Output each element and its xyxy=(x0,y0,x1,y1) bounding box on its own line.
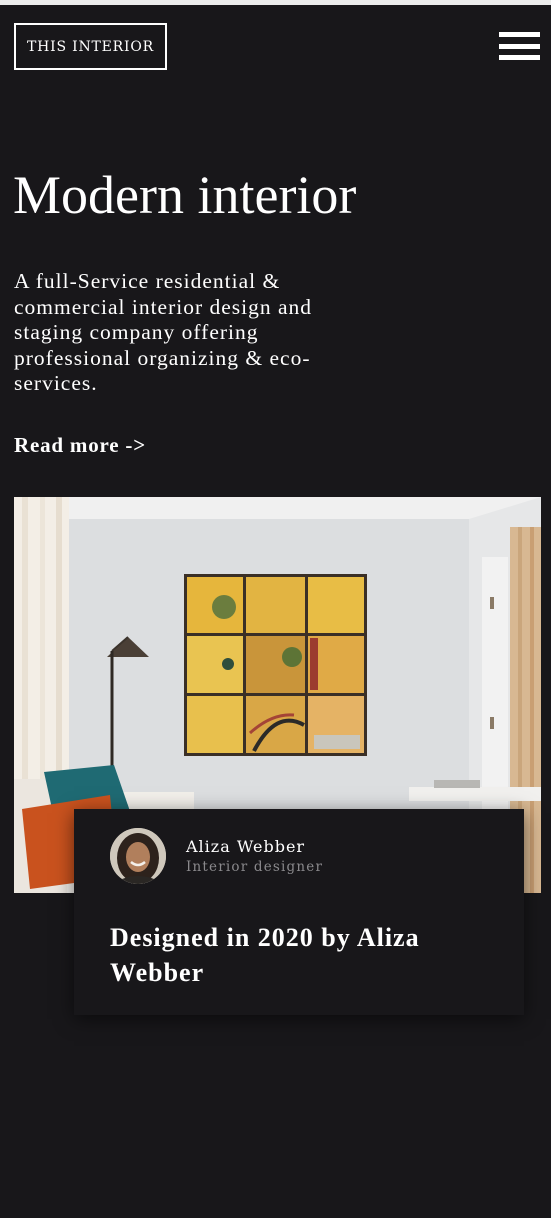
hero-title: Modern interior xyxy=(13,165,357,225)
hamburger-menu-icon[interactable] xyxy=(499,32,540,60)
author-name: Aliza Webber xyxy=(186,837,306,856)
hero-description: A full-Service residential & commercial … xyxy=(14,269,313,395)
author-role: Interior designer xyxy=(186,859,324,875)
card-heading: Designed in 2020 by Aliza Webber xyxy=(110,923,420,987)
hamburger-bar xyxy=(499,55,540,60)
hamburger-bar xyxy=(499,43,540,49)
hamburger-bar xyxy=(499,32,540,37)
logo[interactable]: THIS INTERIOR xyxy=(14,23,167,70)
top-strip xyxy=(0,0,551,5)
designer-card: Aliza Webber Interior designer Designed … xyxy=(74,809,524,1015)
avatar xyxy=(110,828,166,884)
read-more-link[interactable]: Read more -> xyxy=(14,433,146,458)
